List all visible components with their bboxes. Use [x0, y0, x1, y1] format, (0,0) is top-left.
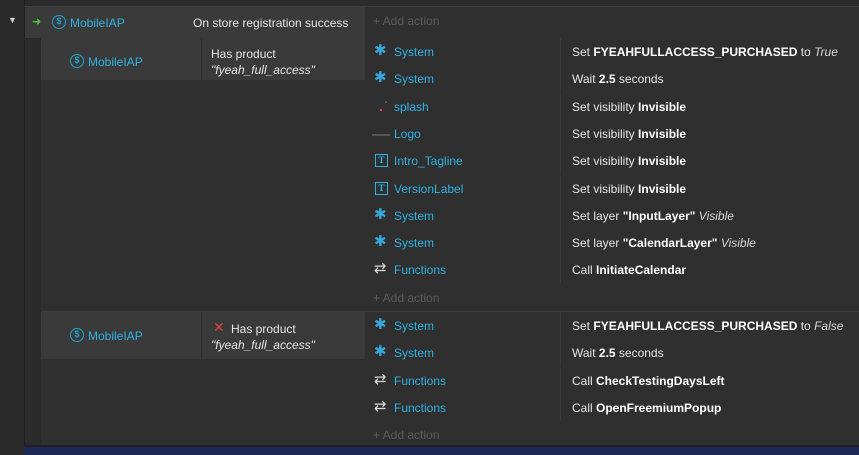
splash-sprite-icon: [374, 99, 388, 113]
sub-event-2-object-name: MobileIAP: [88, 329, 143, 343]
action-text[interactable]: Set visibility Invisible: [572, 127, 686, 141]
action-object-name: splash: [394, 99, 429, 114]
left-gutter: [0, 0, 24, 455]
sub-event-2[interactable]: $ MobileIAP ✕ Has product "fyeah_full_ac…: [41, 311, 859, 446]
action-row[interactable]: ✱ System Set FYEAHFULLACCESS_PURCHASED to …: [365, 38, 859, 65]
action-object-name: System: [394, 236, 435, 251]
action-object-name: Functions: [394, 400, 447, 415]
action-object-name: System: [394, 72, 435, 87]
action-row[interactable]: ✱ System Set layer "InputLayer" Visible: [365, 201, 859, 229]
action-column-separator: [560, 65, 561, 93]
action-text[interactable]: Set FYEAHFULLACCESS_PURCHASED to False: [572, 319, 843, 333]
action-text[interactable]: Call InitiateCalendar: [572, 263, 686, 277]
event-row[interactable]: ➜ $ MobileIAP On store registration succ…: [25, 7, 859, 38]
functions-icon: ⇄: [374, 397, 387, 415]
bottom-bar: [24, 447, 859, 455]
mobileiap-object-icon: $: [70, 328, 84, 342]
action-column-separator: [560, 229, 561, 257]
sub-event-2-condition[interactable]: $ MobileIAP ✕ Has product "fyeah_full_ac…: [41, 312, 365, 359]
sub-event-1-condition-label[interactable]: Has product: [211, 47, 276, 61]
event-condition-area[interactable]: ➜ $ MobileIAP On store registration succ…: [25, 7, 365, 38]
action-column-separator: [560, 393, 561, 421]
action-column-separator: [560, 119, 561, 147]
action-row[interactable]: T Intro_Tagline Set visibility Invisible: [365, 147, 859, 175]
collapse-toggle-icon[interactable]: ▼: [8, 15, 17, 25]
action-row[interactable]: ✱ System Wait 2.5 seconds: [365, 339, 859, 367]
functions-icon: ⇄: [374, 370, 387, 388]
action-column-separator: [560, 92, 561, 120]
action-object-name: Functions: [394, 263, 447, 278]
action-column-separator: [560, 174, 561, 202]
action-column-separator: [560, 38, 561, 65]
action-text[interactable]: Set visibility Invisible: [572, 182, 686, 196]
action-column-separator: [560, 256, 561, 284]
action-object-name: Intro_Tagline: [394, 154, 463, 169]
sub-event-1-condition[interactable]: $ MobileIAP Has product "fyeah_full_acce…: [41, 38, 365, 80]
action-text[interactable]: Call OpenFreemiumPopup: [572, 401, 721, 415]
action-object-name: Functions: [394, 373, 447, 388]
gear-icon: ✱: [374, 42, 387, 59]
action-text[interactable]: Set layer "InputLayer" Visible: [572, 209, 734, 223]
sub-event-2-condition-param: "fyeah_full_access": [211, 338, 315, 352]
action-column-separator: [560, 201, 561, 229]
text-object-icon: T: [375, 154, 388, 168]
add-action-link[interactable]: + Add action: [373, 291, 439, 305]
action-object-name: VersionLabel: [394, 181, 464, 196]
action-column-separator: [560, 339, 561, 367]
gear-icon: ✱: [374, 343, 387, 361]
action-object-name: System: [394, 319, 435, 333]
sub-event-1[interactable]: $ MobileIAP Has product "fyeah_full_acce…: [41, 38, 859, 311]
sub-event-1-actions[interactable]: ✱ System Set FYEAHFULLACCESS_PURCHASED to …: [365, 38, 859, 311]
event-object-name: MobileIAP: [70, 16, 125, 30]
action-object-name: System: [394, 208, 435, 223]
action-object-name: System: [394, 346, 435, 361]
action-text[interactable]: Call CheckTestingDaysLeft: [572, 374, 725, 388]
sub-event-1-condition-param: "fyeah_full_access": [211, 63, 315, 77]
action-text[interactable]: Set FYEAHFULLACCESS_PURCHASED to True: [572, 45, 838, 59]
action-row[interactable]: ✱ System Set layer "CalendarLayer" Visible: [365, 229, 859, 257]
action-object-name: Logo: [394, 126, 421, 141]
gear-icon: ✱: [374, 316, 387, 333]
action-text[interactable]: Wait 2.5 seconds: [572, 346, 664, 360]
action-object-name: System: [394, 45, 435, 59]
text-object-icon: T: [375, 181, 388, 195]
action-text[interactable]: Set layer "CalendarLayer" Visible: [572, 236, 756, 250]
mobileiap-object-icon: $: [52, 15, 66, 29]
add-action-link[interactable]: + Add action: [373, 14, 439, 28]
sub-event-2-condition-label[interactable]: Has product: [231, 322, 296, 336]
functions-icon: ⇄: [374, 260, 387, 278]
sub-event-2-actions[interactable]: ✱ System Set FYEAHFULLACCESS_PURCHASED to …: [365, 312, 859, 446]
action-row[interactable]: ⇄ Functions Call InitiateCalendar: [365, 256, 859, 284]
trigger-arrow-icon: ➜: [32, 16, 42, 28]
mobileiap-object-icon: $: [70, 54, 84, 68]
condition-separator: [201, 38, 202, 80]
action-row[interactable]: ✱ System Set FYEAHFULLACCESS_PURCHASED to …: [365, 312, 859, 339]
action-row[interactable]: T VersionLabel Set visibility Invisible: [365, 174, 859, 202]
action-column-separator: [560, 147, 561, 175]
action-row[interactable]: ⇄ Functions Call CheckTestingDaysLeft: [365, 366, 859, 394]
event-actions-area[interactable]: + Add action: [365, 7, 859, 38]
gear-icon: ✱: [374, 233, 387, 251]
subevent-indent: [25, 38, 41, 445]
action-row[interactable]: ✱ System Wait 2.5 seconds: [365, 65, 859, 93]
action-text[interactable]: Wait 2.5 seconds: [572, 72, 664, 86]
event-condition-text[interactable]: On store registration success: [193, 16, 348, 30]
action-column-separator: [560, 366, 561, 394]
action-row[interactable]: splash Set visibility Invisible: [365, 92, 859, 120]
condition-separator: [201, 312, 202, 359]
sub-event-1-object-name: MobileIAP: [88, 55, 143, 69]
gear-icon: ✱: [374, 69, 387, 87]
logo-sprite-icon: [372, 133, 390, 136]
add-action-link[interactable]: + Add action: [373, 428, 439, 442]
gear-icon: ✱: [374, 205, 387, 223]
invert-x-icon: ✕: [213, 319, 225, 335]
action-text[interactable]: Set visibility Invisible: [572, 100, 686, 114]
action-row[interactable]: ⇄ Functions Call OpenFreemiumPopup: [365, 393, 859, 421]
action-column-separator: [560, 312, 561, 339]
action-text[interactable]: Set visibility Invisible: [572, 154, 686, 168]
action-row[interactable]: Logo Set visibility Invisible: [365, 119, 859, 147]
